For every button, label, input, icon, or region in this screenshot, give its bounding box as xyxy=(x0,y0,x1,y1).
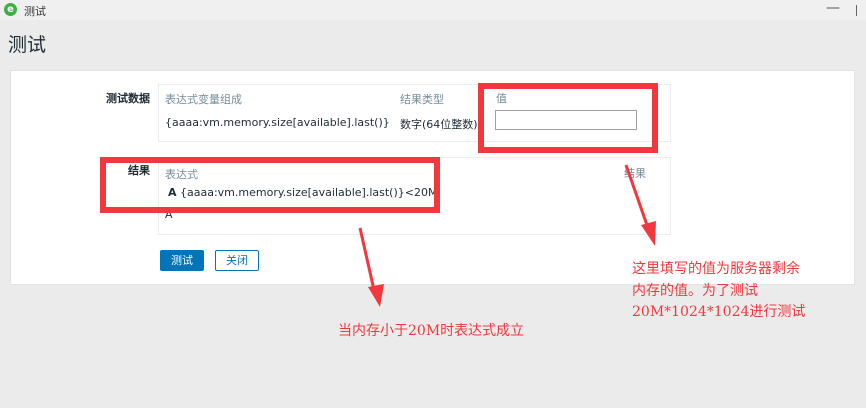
annotation-right-line3: 20M*1024*1024进行测试 xyxy=(632,304,806,320)
arrow-line-right xyxy=(624,164,650,229)
arrow-head-right xyxy=(641,221,656,246)
arrow-line-bottom xyxy=(358,227,376,291)
annotation-arrows xyxy=(358,164,656,307)
annotation-right-line2: 内存的值。为了测试 xyxy=(632,283,758,299)
annotation-bottom-text: 当内存小于20M时表达式成立 xyxy=(338,323,525,339)
arrow-head-bottom xyxy=(368,284,384,307)
annotation-right-line1: 这里填写的值为服务器剩余 xyxy=(632,261,800,277)
